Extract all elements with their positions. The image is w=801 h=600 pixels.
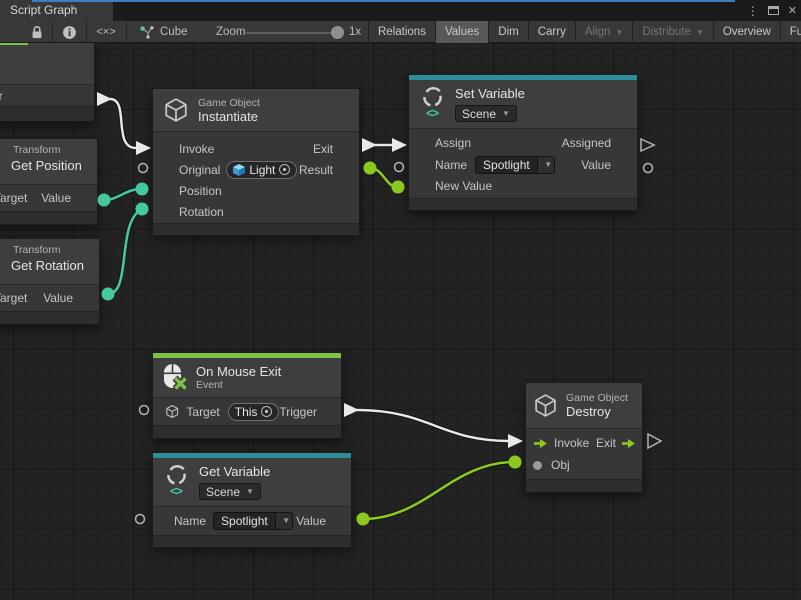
zoom-label: Zoom — [216, 21, 245, 43]
tab-strip: Script Graph ⋮ ✕ — [0, 0, 801, 21]
code-view-icon[interactable]: <×> — [90, 21, 122, 43]
port-label-value: Value — [581, 158, 611, 172]
graph-toolbar: <×> Cube Zoom 1x Relations Values Dim Ca… — [0, 21, 801, 43]
graph-canvas[interactable] — [0, 43, 801, 600]
toolbar-buttons: Relations Values Dim Carry Align▼ Distri… — [368, 21, 801, 43]
variable-icon: <> — [170, 484, 182, 498]
node-subtitle: Event — [196, 379, 281, 391]
distribute-button[interactable]: Distribute▼ — [632, 21, 713, 43]
port-label-exit: Exit — [313, 142, 333, 156]
node-get-variable[interactable]: <> Get Variable Scene ▼ Name Spotlight ▼… — [152, 452, 352, 548]
node-title: Destroy — [566, 404, 628, 419]
tab-script-graph[interactable]: Script Graph — [0, 0, 113, 21]
port-label-trigger: Trigger — [279, 405, 317, 419]
kebab-menu-icon[interactable]: ⋮ — [747, 4, 759, 18]
chevron-down-icon: ▼ — [502, 109, 510, 118]
focus-accent-line — [32, 0, 735, 2]
graph-target-label[interactable]: Cube — [160, 21, 188, 43]
port-label-value: Value — [43, 291, 73, 305]
game-object-icon — [233, 164, 245, 176]
cube-icon — [165, 404, 179, 419]
port-label-name: Name — [435, 158, 467, 172]
port-label-invoke: Invoke — [179, 142, 214, 156]
variable-name-dropdown[interactable]: Spotlight ▼ — [213, 512, 293, 530]
relations-button[interactable]: Relations — [368, 21, 435, 43]
dim-button[interactable]: Dim — [488, 21, 527, 43]
node-category: Game Object — [566, 392, 628, 404]
node-get-rotation[interactable]: Transform Get Rotation Target Value — [0, 238, 100, 325]
variable-name-dropdown[interactable]: Spotlight ▼ — [475, 156, 555, 174]
visual-scripting-window: Script Graph ⋮ ✕ <×> — [0, 0, 801, 600]
node-title: On Mouse Exit — [196, 364, 281, 379]
chevron-down-icon: ▼ — [246, 487, 254, 496]
node-title: Get Rotation — [11, 258, 99, 273]
port-label-position: Position — [179, 184, 222, 198]
object-field-value: Light — [249, 163, 275, 177]
node-category: Game Object — [198, 97, 260, 109]
port-label-original: Original — [179, 163, 220, 177]
variable-scope-dropdown[interactable]: Scene ▼ — [455, 105, 517, 122]
node-category: Transform — [11, 244, 99, 256]
port-label-exit: Exit — [596, 436, 616, 450]
info-icon[interactable] — [56, 21, 82, 43]
zoom-slider-knob[interactable] — [331, 26, 344, 39]
node-title: Set Variable — [455, 86, 525, 101]
flow-arrow-icon — [533, 438, 548, 449]
port-label-invoke: Invoke — [554, 436, 589, 450]
node-destroy[interactable]: Game Object Destroy Invoke Exit — [525, 382, 643, 493]
port-label-result: Result — [299, 163, 333, 177]
port-label-target: Target — [0, 191, 27, 205]
align-button[interactable]: Align▼ — [575, 21, 633, 43]
node-offscreen-event[interactable]: Trigger — [0, 41, 95, 122]
cube-icon — [163, 97, 189, 123]
port-label-assigned: Assigned — [562, 136, 611, 150]
object-field-original[interactable]: Light — [226, 161, 297, 179]
node-get-position[interactable]: Transform Get Position Target Value — [0, 138, 98, 225]
node-title: Get Variable — [199, 464, 270, 479]
graph-icon — [138, 21, 156, 43]
tab-title: Script Graph — [10, 3, 77, 17]
full-screen-button[interactable]: Full Screen — [780, 21, 801, 43]
object-picker-icon[interactable] — [261, 406, 272, 417]
port-label-assign: Assign — [435, 136, 471, 150]
port-label-name: Name — [174, 514, 206, 528]
zoom-slider[interactable] — [246, 32, 338, 34]
variable-scope-dropdown[interactable]: Scene ▼ — [199, 483, 261, 500]
zoom-value: 1x — [349, 21, 361, 43]
cube-icon — [533, 393, 558, 418]
close-icon[interactable]: ✕ — [788, 4, 797, 17]
object-picker-icon[interactable] — [279, 164, 290, 175]
maximize-icon[interactable] — [768, 6, 779, 15]
chevron-down-icon: ▼ — [615, 28, 623, 37]
node-on-mouse-exit[interactable]: On Mouse Exit Event Target This Trigger — [152, 352, 342, 439]
node-category: Transform — [11, 144, 97, 156]
chevron-down-icon: ▼ — [696, 28, 704, 37]
port-label-new-value: New Value — [435, 179, 492, 193]
object-field-value: This — [235, 405, 258, 419]
object-field-target[interactable]: This — [228, 403, 280, 421]
overview-button[interactable]: Overview — [713, 21, 780, 43]
values-button[interactable]: Values — [435, 21, 488, 43]
port-label-target: Target — [186, 405, 219, 419]
port-label-obj: Obj — [551, 458, 570, 472]
port-label-value: Value — [41, 191, 71, 205]
node-instantiate[interactable]: Game Object Instantiate Invoke Exit Orig… — [152, 88, 360, 236]
chevron-down-icon: ▼ — [282, 516, 290, 525]
port-label-rotation: Rotation — [179, 205, 224, 219]
port-label-value: Value — [296, 514, 326, 528]
node-set-variable[interactable]: <> Set Variable Scene ▼ Assign Assigned … — [408, 74, 638, 211]
node-title: Instantiate — [198, 109, 260, 124]
mouse-exit-icon — [161, 363, 188, 392]
node-title: Get Position — [11, 158, 97, 173]
lock-icon[interactable] — [24, 21, 50, 43]
port-label-trigger: Trigger — [0, 89, 3, 103]
port-label-target: Target — [0, 291, 27, 305]
flow-arrow-icon — [621, 438, 636, 449]
chevron-down-icon: ▼ — [544, 160, 552, 169]
value-port-icon — [533, 461, 542, 470]
carry-button[interactable]: Carry — [528, 21, 575, 43]
variable-icon: <> — [426, 106, 438, 120]
